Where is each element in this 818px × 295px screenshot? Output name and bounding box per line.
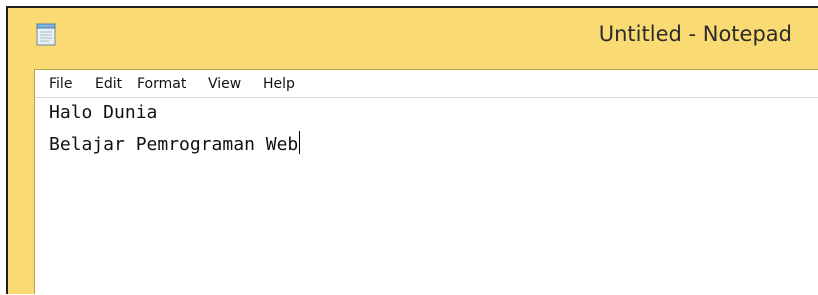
menu-view[interactable]: View <box>208 76 241 92</box>
text-editor[interactable]: Halo Dunia Belajar Pemrograman Web <box>35 98 818 295</box>
notepad-icon[interactable] <box>35 21 57 47</box>
menu-file[interactable]: File <box>49 76 72 92</box>
title-bar[interactable]: Untitled - Notepad <box>8 8 818 66</box>
text-line-content: Belajar Pemrograman Web <box>49 134 299 155</box>
menu-edit[interactable]: Edit <box>95 76 122 92</box>
window-title: Untitled - Notepad <box>598 22 792 46</box>
client-area: File Edit Format View Help Halo Dunia Be… <box>34 69 818 295</box>
menu-format[interactable]: Format <box>137 76 186 92</box>
text-caret <box>299 131 301 154</box>
screenshot-frame: Untitled - Notepad File Edit Format View… <box>0 0 818 295</box>
text-line: Halo Dunia <box>49 102 157 123</box>
notepad-window: Untitled - Notepad File Edit Format View… <box>6 6 818 295</box>
menu-bar: File Edit Format View Help <box>35 70 818 98</box>
text-line-content: Halo Dunia <box>49 102 158 123</box>
menu-help[interactable]: Help <box>263 76 295 92</box>
text-line: Belajar Pemrograman Web <box>49 131 301 155</box>
